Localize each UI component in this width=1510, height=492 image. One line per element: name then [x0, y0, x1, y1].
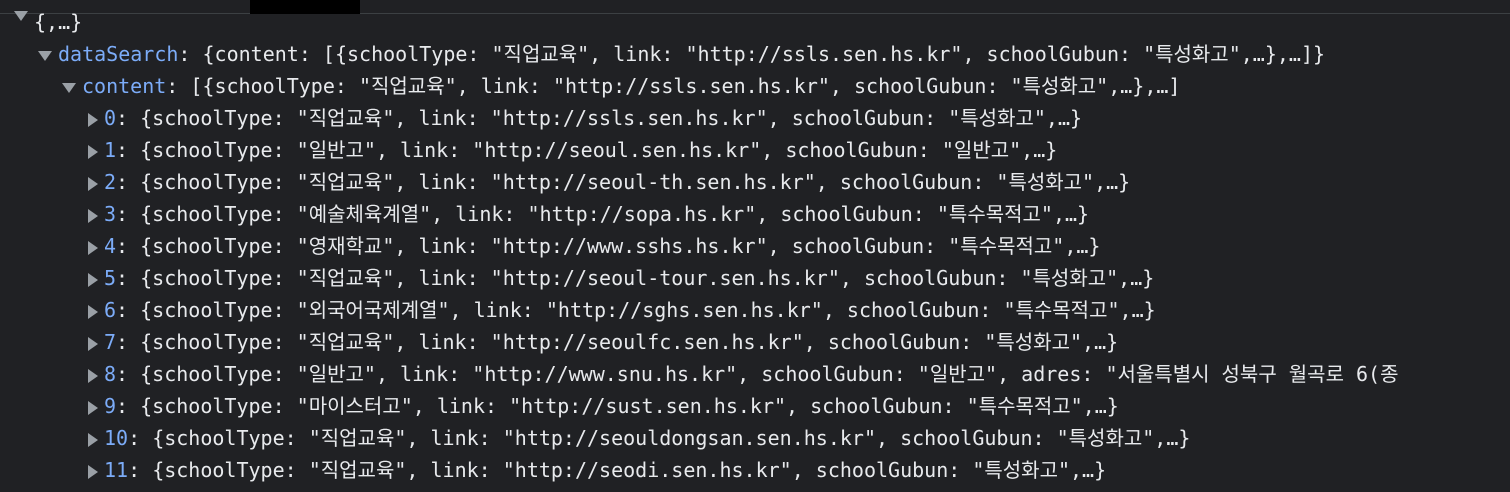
item-summary: {schoolType: "직업교육", link: "http://seoul… [140, 330, 1119, 354]
triangle-down-icon[interactable] [38, 50, 52, 61]
item-index: 1 [104, 138, 117, 162]
tree-row-item[interactable]: 0: {schoolType: "직업교육", link: "http://ss… [0, 102, 1510, 134]
json-tree-view: {,…} dataSearch: {content: [{schoolType:… [0, 6, 1510, 486]
triangle-right-icon[interactable] [88, 112, 98, 127]
item-summary: {schoolType: "직업교육", link: "http://seodi… [152, 458, 1107, 482]
tree-row-content[interactable]: content: [{schoolType: "직업교육", link: "ht… [0, 70, 1510, 102]
item-index: 7 [104, 330, 117, 354]
content-summary: [{schoolType: "직업교육", link: "http://ssls… [190, 74, 1181, 98]
tree-row-item[interactable]: 6: {schoolType: "외국어국제계열", link: "http:/… [0, 294, 1510, 326]
item-index: 2 [104, 170, 117, 194]
triangle-right-icon[interactable] [88, 336, 98, 351]
colon: : [166, 74, 191, 98]
item-index: 6 [104, 298, 117, 322]
item-summary: {schoolType: "외국어국제계열", link: "http://sg… [140, 298, 1156, 322]
colon: : [116, 394, 141, 418]
item-summary: {schoolType: "마이스터고", link: "http://sust… [140, 394, 1119, 418]
item-summary: {schoolType: "영재학교", link: "http://www.s… [140, 234, 1101, 258]
triangle-down-icon[interactable] [62, 82, 76, 93]
colon: : [116, 266, 141, 290]
colon: : [116, 298, 141, 322]
tree-row-item[interactable]: 10: {schoolType: "직업교육", link: "http://s… [0, 422, 1510, 454]
tree-row-item[interactable]: 3: {schoolType: "예술체육계열", link: "http://… [0, 198, 1510, 230]
item-index: 5 [104, 266, 117, 290]
item-index: 10 [104, 426, 129, 450]
colon: : [116, 106, 141, 130]
triangle-right-icon[interactable] [88, 240, 98, 255]
colon: : [116, 362, 141, 386]
tree-row-item[interactable]: 8: {schoolType: "일반고", link: "http://www… [0, 358, 1510, 390]
tree-row-item[interactable]: 5: {schoolType: "직업교육", link: "http://se… [0, 262, 1510, 294]
item-index: 8 [104, 362, 117, 386]
item-index: 0 [104, 106, 117, 130]
tree-row-datasearch[interactable]: dataSearch: {content: [{schoolType: "직업교… [0, 38, 1510, 70]
triangle-right-icon[interactable] [88, 176, 98, 191]
colon: : [178, 42, 203, 66]
content-key: content [82, 74, 167, 98]
tree-row-item[interactable]: 7: {schoolType: "직업교육", link: "http://se… [0, 326, 1510, 358]
item-summary: {schoolType: "일반고", link: "http://seoul.… [140, 138, 1058, 162]
root-summary: {,…} [34, 10, 83, 34]
datasearch-key: dataSearch [58, 42, 179, 66]
triangle-right-icon[interactable] [88, 432, 98, 447]
triangle-right-icon[interactable] [88, 208, 98, 223]
colon: : [128, 458, 153, 482]
item-summary: {schoolType: "직업교육", link: "http://seoul… [152, 426, 1191, 450]
tree-row-item[interactable]: 9: {schoolType: "마이스터고", link: "http://s… [0, 390, 1510, 422]
item-index: 4 [104, 234, 117, 258]
tree-row-item[interactable]: 1: {schoolType: "일반고", link: "http://seo… [0, 134, 1510, 166]
tree-row-item[interactable]: 2: {schoolType: "직업교육", link: "http://se… [0, 166, 1510, 198]
item-summary: {schoolType: "예술체육계열", link: "http://sop… [140, 202, 1090, 226]
triangle-right-icon[interactable] [88, 400, 98, 415]
item-summary: {schoolType: "직업교육", link: "http://seoul… [140, 170, 1131, 194]
tree-row-item[interactable]: 11: {schoolType: "직업교육", link: "http://s… [0, 454, 1510, 486]
triangle-right-icon[interactable] [88, 144, 98, 159]
colon: : [116, 202, 141, 226]
triangle-right-icon[interactable] [88, 272, 98, 287]
item-index: 3 [104, 202, 117, 226]
colon: : [116, 330, 141, 354]
item-summary: {schoolType: "직업교육", link: "http://seoul… [140, 266, 1155, 290]
tree-row-item[interactable]: 4: {schoolType: "영재학교", link: "http://ww… [0, 230, 1510, 262]
colon: : [116, 170, 141, 194]
colon: : [128, 426, 153, 450]
item-summary: {schoolType: "일반고", link: "http://www.sn… [140, 362, 1399, 386]
item-summary: {schoolType: "직업교육", link: "http://ssls.… [140, 106, 1083, 130]
item-index: 9 [104, 394, 117, 418]
triangle-right-icon[interactable] [88, 304, 98, 319]
triangle-right-icon[interactable] [88, 464, 98, 479]
colon: : [116, 234, 141, 258]
triangle-right-icon[interactable] [88, 368, 98, 383]
colon: : [116, 138, 141, 162]
datasearch-summary: {content: [{schoolType: "직업교육", link: "h… [202, 42, 1326, 66]
triangle-down-icon[interactable] [14, 10, 28, 21]
tree-root-row[interactable]: {,…} [0, 6, 1510, 38]
item-index: 11 [104, 458, 129, 482]
